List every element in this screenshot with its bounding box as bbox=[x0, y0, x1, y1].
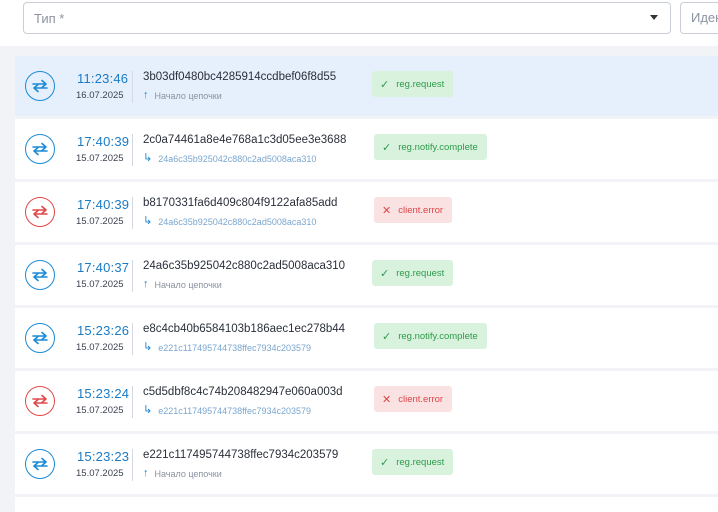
event-id: e8c4cb40b6584103b186aec1ec278b44 bbox=[143, 323, 346, 335]
status-badge: ✓ reg.notify.complete bbox=[374, 134, 487, 160]
arrow-turn-right-icon: ↳ bbox=[143, 215, 153, 227]
event-time: 15:23:24 bbox=[77, 386, 130, 401]
chain-info-text: e221c117495744738ffec7934c203579 bbox=[158, 342, 312, 353]
arrow-up-icon: ↑ bbox=[143, 467, 149, 479]
event-id: e221c117495744738ffec7934c203579 bbox=[143, 449, 339, 461]
exchange-arrows-icon bbox=[25, 134, 55, 164]
arrow-turn-right-icon: ↳ bbox=[143, 152, 153, 164]
check-icon: ✓ bbox=[380, 456, 390, 469]
list-item[interactable]: 17:40:39 15.07.2025 b8170331fa6d409c804f91… bbox=[15, 182, 718, 242]
arrow-up-icon: ↑ bbox=[143, 89, 149, 101]
event-time: 17:40:39 bbox=[77, 134, 130, 149]
event-date: 15.07.2025 bbox=[76, 342, 124, 353]
exchange-arrows-icon bbox=[25, 260, 55, 290]
exchange-arrows-icon bbox=[25, 71, 55, 101]
id-input-placeholder: Идентификатор bbox=[691, 10, 718, 25]
event-date: 15.07.2025 bbox=[76, 468, 124, 479]
chain-info: ↑ Начало цепочки bbox=[143, 90, 222, 101]
event-id: 24a6c35b925042c880c2ad5008aca310 bbox=[143, 260, 346, 272]
check-icon: ✓ bbox=[382, 330, 392, 343]
chain-info-text: Начало цепочки bbox=[154, 279, 222, 290]
divider bbox=[132, 260, 133, 292]
chain-info: ↑ Начало цепочки bbox=[143, 468, 222, 479]
event-date: 15.07.2025 bbox=[76, 216, 124, 227]
list-item[interactable]: 15:23:23 15.07.2025 e221c117495744738ffec7… bbox=[15, 434, 718, 494]
status-badge: ✓ reg.request bbox=[372, 260, 454, 286]
divider bbox=[132, 197, 133, 229]
list-item-partial[interactable] bbox=[15, 497, 718, 512]
event-date: 15.07.2025 bbox=[76, 279, 124, 290]
chain-info-text: Начало цепочки bbox=[154, 90, 222, 101]
check-icon: ✓ bbox=[380, 78, 390, 91]
type-select[interactable]: Тип * bbox=[23, 2, 671, 34]
event-time: 17:40:39 bbox=[77, 197, 130, 212]
divider bbox=[132, 134, 133, 166]
chain-info: ↳ 24a6c35b925042c880c2ad5008aca310 bbox=[143, 216, 316, 227]
status-badge: ✕ client.error bbox=[374, 386, 453, 412]
event-id: 3b03df0480bc4285914ccdbef06f8d55 bbox=[143, 71, 337, 83]
status-badge: ✕ client.error bbox=[374, 197, 453, 223]
list-item[interactable]: 17:40:39 15.07.2025 2c0a74461a8e4e768a1c3d… bbox=[15, 119, 718, 179]
status-badge-label: reg.request bbox=[396, 78, 445, 90]
event-id: b8170331fa6d409c804f9122afa85add bbox=[143, 197, 338, 209]
status-badge-label: client.error bbox=[398, 204, 444, 216]
event-list: 11:23:46 16.07.2025 3b03df0480bc4285914ccd… bbox=[0, 56, 718, 497]
exchange-arrows-icon bbox=[25, 197, 55, 227]
divider bbox=[132, 449, 133, 481]
chain-info: ↳ e221c117495744738ffec7934c203579 bbox=[143, 342, 311, 353]
status-badge-label: reg.notify.complete bbox=[398, 141, 478, 153]
chain-info-text: 24a6c35b925042c880c2ad5008aca310 bbox=[158, 216, 317, 227]
event-date: 16.07.2025 bbox=[76, 90, 124, 101]
status-badge: ✓ reg.request bbox=[372, 71, 454, 97]
list-item[interactable]: 15:23:24 15.07.2025 c5d5dbf8c4c74b20848294… bbox=[15, 371, 718, 431]
event-date: 15.07.2025 bbox=[76, 405, 124, 416]
list-item[interactable]: 11:23:46 16.07.2025 3b03df0480bc4285914ccd… bbox=[15, 56, 718, 116]
list-item[interactable]: 17:40:37 15.07.2025 24a6c35b925042c880c2ad… bbox=[15, 245, 718, 305]
chain-info-text: 24a6c35b925042c880c2ad5008aca310 bbox=[158, 153, 317, 164]
caret-down-icon bbox=[650, 15, 658, 20]
exchange-arrows-icon bbox=[25, 323, 55, 353]
status-badge-label: client.error bbox=[398, 393, 444, 405]
type-select-placeholder: Тип * bbox=[34, 10, 65, 26]
event-id: 2c0a74461a8e4e768a1c3d05ee3e3688 bbox=[143, 134, 347, 146]
check-icon: ✓ bbox=[380, 267, 390, 280]
status-badge: ✓ reg.request bbox=[372, 449, 454, 475]
cross-icon: ✕ bbox=[382, 204, 392, 217]
cross-icon: ✕ bbox=[382, 393, 392, 406]
status-badge-label: reg.notify.complete bbox=[398, 330, 478, 342]
page: Тип * Идентификатор 11:23:46 16.07.2025 3b… bbox=[0, 0, 718, 512]
filter-bar: Тип * Идентификатор bbox=[0, 0, 718, 46]
event-id: c5d5dbf8c4c74b208482947e060a003d bbox=[143, 386, 343, 398]
exchange-arrows-icon bbox=[25, 449, 55, 479]
event-time: 15:23:23 bbox=[77, 449, 130, 464]
status-badge: ✓ reg.notify.complete bbox=[374, 323, 487, 349]
exchange-arrows-icon bbox=[25, 386, 55, 416]
chain-info: ↳ e221c117495744738ffec7934c203579 bbox=[143, 405, 311, 416]
divider bbox=[132, 323, 133, 355]
status-badge-label: reg.request bbox=[396, 267, 445, 279]
divider bbox=[132, 386, 133, 418]
status-badge-label: reg.request bbox=[396, 456, 445, 468]
arrow-turn-right-icon: ↳ bbox=[143, 404, 153, 416]
divider bbox=[132, 71, 133, 103]
list-item[interactable]: 15:23:26 15.07.2025 e8c4cb40b6584103b186ae… bbox=[15, 308, 718, 368]
check-icon: ✓ bbox=[382, 141, 392, 154]
event-time: 11:23:46 bbox=[77, 71, 129, 86]
event-time: 15:23:26 bbox=[77, 323, 130, 338]
event-date: 15.07.2025 bbox=[76, 153, 124, 164]
chain-info: ↳ 24a6c35b925042c880c2ad5008aca310 bbox=[143, 153, 316, 164]
id-input[interactable]: Идентификатор bbox=[680, 2, 718, 34]
chain-info: ↑ Начало цепочки bbox=[143, 279, 222, 290]
event-time: 17:40:37 bbox=[77, 260, 130, 275]
arrow-turn-right-icon: ↳ bbox=[143, 341, 153, 353]
arrow-up-icon: ↑ bbox=[143, 278, 149, 290]
chain-info-text: e221c117495744738ffec7934c203579 bbox=[158, 405, 312, 416]
chain-info-text: Начало цепочки bbox=[154, 468, 222, 479]
